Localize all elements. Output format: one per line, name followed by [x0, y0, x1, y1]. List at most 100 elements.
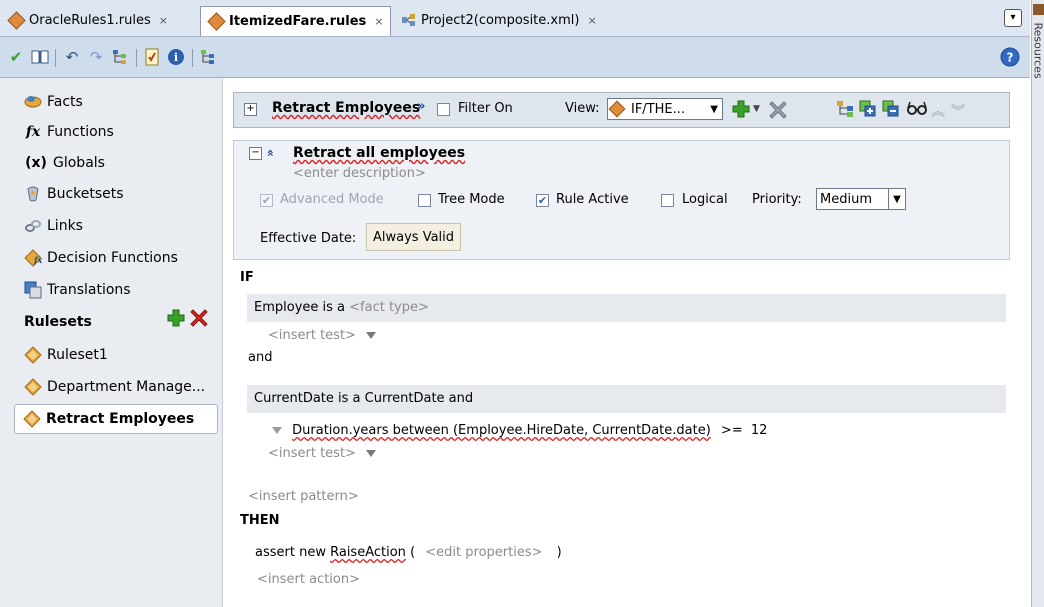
decision-tree-icon[interactable]	[198, 47, 218, 67]
nav-item-bucketsets[interactable]: Bucketsets	[24, 182, 124, 206]
delete-ruleset-icon[interactable]	[190, 309, 208, 331]
nav-item-globals[interactable]: (x) Globals	[24, 151, 105, 175]
insert-pattern[interactable]: <insert pattern>	[248, 489, 359, 504]
action-row[interactable]: assert new RaiseAction ( <edit propertie…	[255, 545, 562, 560]
dropdown-arrow-icon	[366, 450, 377, 457]
insert-test-1[interactable]: <insert test>	[268, 328, 377, 343]
translations-icon	[24, 281, 42, 299]
toolbar-separator	[192, 49, 193, 67]
rule-collapse-icon[interactable]: »	[263, 149, 277, 157]
nav-item-translations[interactable]: Translations	[24, 278, 131, 302]
insert-test-2[interactable]: <insert test>	[268, 446, 377, 461]
action-class[interactable]: RaiseAction	[330, 545, 406, 560]
collapse-all-icon[interactable]: »	[417, 99, 425, 114]
validate-check-icon[interactable]: ✔	[6, 47, 26, 67]
nav-item-label: Links	[47, 218, 83, 234]
move-up-icon[interactable]: ︽	[931, 101, 945, 121]
links-icon	[24, 217, 42, 235]
collapse-all-rules-icon[interactable]	[882, 100, 900, 122]
priority-value: Medium	[820, 191, 872, 207]
nav-item-label: Decision Functions	[47, 250, 178, 266]
rule-name[interactable]: Retract all employees	[293, 145, 465, 161]
nav-item-functions[interactable]: fx Functions	[24, 120, 114, 144]
pattern-prefix: Employee is a	[254, 300, 345, 315]
globals-icon: (x)	[25, 155, 47, 171]
move-down-icon[interactable]: ︾	[951, 101, 965, 121]
tab-oraclerules1[interactable]: OracleRules1.rules ×	[0, 6, 175, 34]
functions-icon: fx	[25, 124, 41, 140]
undo-icon[interactable]: ↶	[62, 47, 82, 67]
pattern-currentdate[interactable]: CurrentDate is a CurrentDate and	[254, 391, 473, 406]
fact-type-placeholder[interactable]: <fact type>	[349, 300, 429, 315]
test-row[interactable]: Duration.years between (Employee.HireDat…	[272, 423, 767, 438]
tree-structure-icon[interactable]	[110, 47, 130, 67]
close-icon[interactable]: ×	[587, 14, 596, 27]
effective-date-button[interactable]: Always Valid	[366, 223, 462, 251]
ruleset-item-retract-employees[interactable]: Retract Employees	[14, 404, 218, 434]
filter-on-checkbox[interactable]	[437, 103, 450, 116]
add-rule-icon[interactable]	[731, 99, 751, 123]
add-ruleset-icon[interactable]	[166, 308, 186, 332]
close-icon[interactable]: ×	[374, 15, 383, 28]
insert-test-text: <insert test>	[268, 446, 356, 461]
priority-label: Priority:	[752, 192, 802, 207]
logical-checkbox[interactable]	[661, 194, 674, 207]
tree-mode-checkbox[interactable]	[418, 194, 431, 207]
insert-action[interactable]: <insert action>	[257, 572, 360, 587]
ruleset-item-ruleset1[interactable]: Ruleset1	[24, 343, 108, 367]
action-paren-close: )	[556, 545, 562, 560]
ruleset-item-department-manager[interactable]: Department Manage...	[24, 375, 205, 399]
decision-functions-icon: fx	[24, 249, 42, 267]
nav-item-decision-functions[interactable]: fx Decision Functions	[24, 246, 178, 270]
resources-side-panel[interactable]: Resources	[1031, 0, 1044, 607]
decision-tree-view-icon[interactable]	[836, 100, 856, 122]
svg-text:fx: fx	[33, 255, 42, 265]
nav-item-label: Globals	[53, 155, 105, 171]
if-keyword: IF	[240, 270, 254, 285]
test-operator[interactable]: >=	[721, 423, 743, 438]
test-value[interactable]: 12	[751, 423, 768, 438]
glasses-icon[interactable]	[906, 99, 928, 121]
dropdown-arrow-icon	[366, 332, 377, 339]
toolbar-separator	[136, 49, 137, 67]
close-icon[interactable]: ×	[159, 14, 168, 27]
tab-project2-composite[interactable]: Project2(composite.xml) ×	[394, 6, 604, 34]
delete-rule-icon[interactable]	[769, 101, 787, 123]
then-keyword: THEN	[240, 513, 280, 528]
ruleset-icon	[24, 346, 42, 364]
effective-date-label: Effective Date:	[260, 231, 357, 246]
validate-document-icon[interactable]	[142, 47, 162, 67]
rule-active-label: Rule Active	[556, 192, 629, 207]
book-icon[interactable]	[30, 47, 50, 67]
priority-select[interactable]: Medium ▼	[816, 188, 906, 210]
rule-active-checkbox[interactable]: ✔	[536, 194, 549, 207]
rule-description-field[interactable]: <enter description>	[293, 166, 426, 181]
redo-icon[interactable]: ↷	[86, 47, 106, 67]
info-icon[interactable]: i	[166, 47, 186, 67]
svg-text:?: ?	[1007, 51, 1014, 65]
add-rule-menu-arrow-icon[interactable]: ▼	[753, 104, 760, 114]
test-dropdown-icon[interactable]	[272, 427, 282, 434]
advanced-mode-checkbox[interactable]: ✔	[260, 194, 273, 207]
ruleset-label: Retract Employees	[46, 411, 195, 427]
help-icon[interactable]: ?	[1000, 47, 1020, 67]
nav-item-facts[interactable]: Facts	[24, 90, 83, 114]
insert-test-text: <insert test>	[268, 328, 356, 343]
collapse-toggle[interactable]: −	[249, 147, 262, 160]
action-paren-open: (	[410, 545, 416, 560]
tab-itemizedfare[interactable]: ItemizedFare.rules ×	[200, 6, 391, 36]
action-prefix: assert new	[255, 545, 326, 560]
dropdown-arrow-icon: ▼	[888, 189, 905, 209]
and-keyword: and	[248, 350, 273, 365]
rules-file-icon	[7, 10, 26, 30]
ruleset-icon	[24, 378, 42, 396]
pattern-employee: Employee is a <fact type>	[254, 300, 429, 315]
nav-item-links[interactable]: Links	[24, 214, 83, 238]
tab-list-dropdown-icon[interactable]: ▾	[1004, 9, 1022, 27]
test-expression[interactable]: Duration.years between (Employee.HireDat…	[292, 423, 711, 438]
expand-toggle[interactable]: +	[244, 103, 257, 116]
expand-all-icon[interactable]	[859, 100, 877, 122]
view-select[interactable]: IF/THE... ▼	[607, 98, 723, 120]
filter-on-label: Filter On	[458, 101, 513, 116]
edit-properties[interactable]: <edit properties>	[425, 545, 542, 560]
